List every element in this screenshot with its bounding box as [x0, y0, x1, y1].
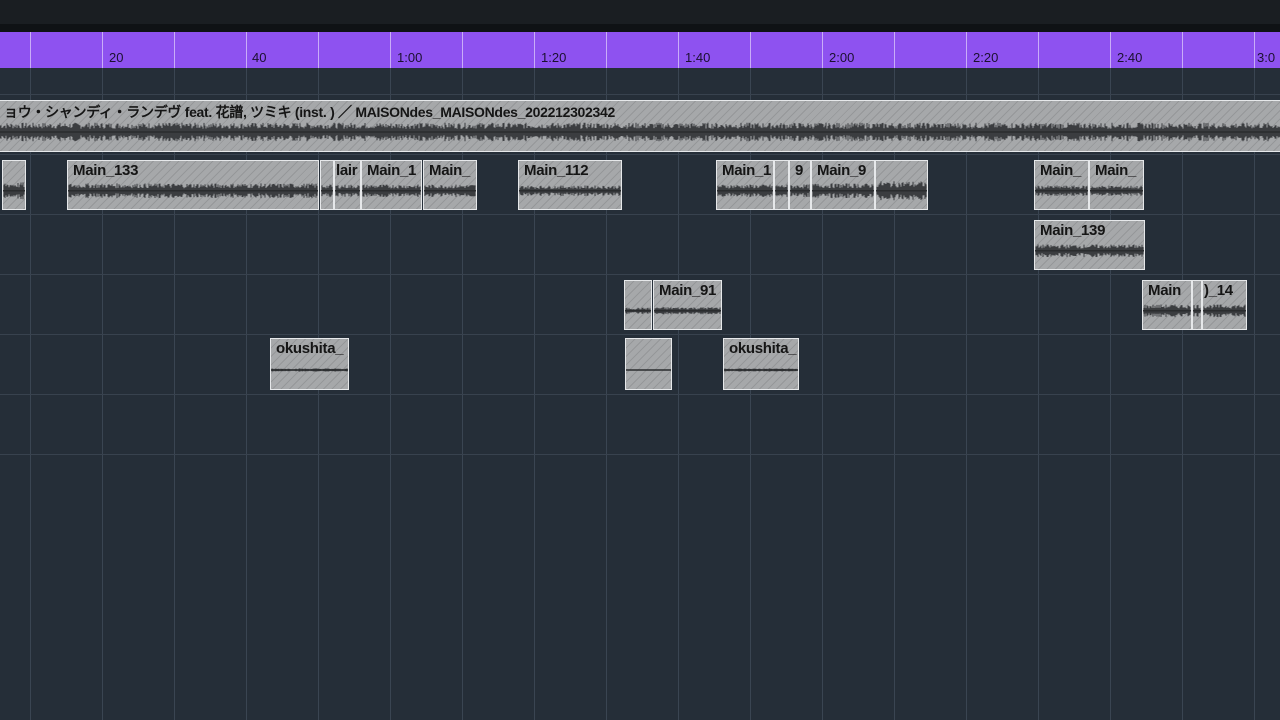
clip-label: )_14: [1204, 282, 1233, 299]
clip-label: Main_133: [73, 162, 139, 179]
clip-label: Main_1: [722, 162, 772, 179]
ruler-tick: [822, 32, 823, 68]
ruler-tick: [462, 32, 463, 68]
track-divider: [0, 394, 1280, 395]
clip-label: Main_139: [1040, 222, 1106, 239]
audio-clip[interactable]: [2, 160, 26, 210]
audio-clip[interactable]: 9: [789, 160, 811, 210]
track-divider: [0, 154, 1280, 155]
audio-clip[interactable]: Main_: [423, 160, 477, 210]
ruler-tick: [246, 32, 247, 68]
ruler-tick: [750, 32, 751, 68]
waveform: [626, 369, 671, 371]
clip-label: Main_9: [817, 162, 867, 179]
audio-clip[interactable]: Main_133: [67, 160, 319, 210]
track-divider: [0, 454, 1280, 455]
ruler-label: 2:00: [829, 50, 855, 65]
ruler-tick: [174, 32, 175, 68]
audio-clip[interactable]: Main_91: [653, 280, 722, 330]
audio-clip[interactable]: )_14: [1202, 280, 1247, 330]
clip-label: Main_: [1095, 162, 1137, 179]
ruler-label: 2:40: [1117, 50, 1143, 65]
ruler-label: 20: [109, 50, 124, 65]
waveform: [321, 184, 333, 198]
ruler-tick: [678, 32, 679, 68]
toolbar-divider: [0, 24, 1280, 32]
ruler-tick: [534, 32, 535, 68]
audio-clip[interactable]: okushita_: [270, 338, 349, 390]
clip-label: Main_: [1040, 162, 1082, 179]
audio-clip[interactable]: [875, 160, 928, 210]
audio-clip[interactable]: [624, 280, 652, 330]
track-divider: [0, 214, 1280, 215]
ruler-label: 1:40: [685, 50, 711, 65]
audio-clip[interactable]: Main_: [1089, 160, 1144, 210]
clip-label: okushita_: [729, 340, 797, 357]
audio-clip[interactable]: Main_1: [361, 160, 422, 210]
ruler-tick: [894, 32, 895, 68]
ruler-tick: [102, 32, 103, 68]
waveform: [876, 181, 927, 201]
ruler-tick: [390, 32, 391, 68]
ruler-tick: [30, 32, 31, 68]
arrange-area[interactable]: ョウ・シャンディ・ランデヴ feat. 花譜, ツミキ (inst. ) ／ M…: [0, 68, 1280, 720]
audio-clip[interactable]: ョウ・シャンディ・ランデヴ feat. 花譜, ツミキ (inst. ) ／ M…: [0, 100, 1280, 152]
audio-clip[interactable]: [625, 338, 672, 390]
audio-clip[interactable]: Main_9: [811, 160, 875, 210]
ruler-label: 3:0: [1257, 50, 1276, 65]
timeline-ruler[interactable]: 20 40 1:00 1:20 1:40 2:00 2:20 2:40 3:0: [0, 32, 1280, 68]
audio-clip[interactable]: Main_139: [1034, 220, 1145, 270]
waveform: [625, 307, 651, 314]
ruler-label: 1:20: [541, 50, 567, 65]
ruler-label: 40: [252, 50, 267, 65]
audio-clip[interactable]: [1192, 280, 1202, 330]
audio-clip[interactable]: [320, 160, 334, 210]
audio-clip[interactable]: Main_: [1034, 160, 1089, 210]
waveform: [1193, 304, 1201, 317]
track-divider: [0, 94, 1280, 95]
track-divider: [0, 274, 1280, 275]
clip-label: Main_1: [367, 162, 417, 179]
waveform: [3, 182, 25, 200]
clip-label: Main_91: [659, 282, 717, 299]
clip-label: Main_112: [524, 162, 589, 179]
ruler-tick: [1038, 32, 1039, 68]
ruler-tick: [966, 32, 967, 68]
ruler-label: 2:20: [973, 50, 999, 65]
ruler-tick: [606, 32, 607, 68]
clip-label: lair: [336, 162, 358, 179]
audio-clip[interactable]: okushita_: [723, 338, 799, 390]
audio-clip[interactable]: [774, 160, 789, 210]
clip-label: 9: [795, 162, 804, 179]
waveform: [775, 184, 788, 197]
audio-clip[interactable]: Main_112: [518, 160, 622, 210]
clip-label: okushita_: [276, 340, 344, 357]
audio-clip[interactable]: Main_1: [716, 160, 774, 210]
ruler-tick: [1182, 32, 1183, 68]
ruler-label: 1:00: [397, 50, 423, 65]
title-bar: [0, 0, 1280, 24]
ruler-tick: [1110, 32, 1111, 68]
track-divider: [0, 334, 1280, 335]
ruler-tick: [318, 32, 319, 68]
clip-label: Main_: [429, 162, 471, 179]
audio-clip[interactable]: lair: [334, 160, 361, 210]
ruler-tick: [1254, 32, 1255, 68]
clip-label: ョウ・シャンディ・ランデヴ feat. 花譜, ツミキ (inst. ) ／ M…: [4, 104, 615, 120]
clip-label: Main: [1148, 282, 1181, 299]
audio-clip[interactable]: Main: [1142, 280, 1192, 330]
